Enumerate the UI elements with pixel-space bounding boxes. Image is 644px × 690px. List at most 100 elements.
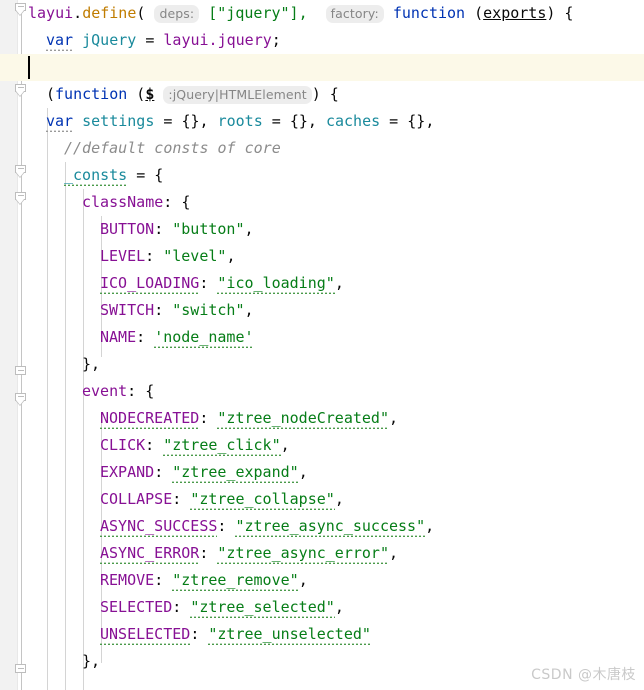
token-string-ztree-remove: "ztree_remove" [172,571,299,591]
token-local-roots: roots [217,112,263,130]
token-key-async-success: ASYNC_SUCCESS [100,517,218,537]
token-array-jquery: ["jquery"], [199,4,308,22]
token-string-ztree-async-success: "ztree_async_success" [235,517,426,537]
token-string-ztree-selected: "ztree_selected" [190,598,335,618]
token-comma: , [244,301,254,319]
code-line-4[interactable]: (function ($ :jQuery|HTMLElement) { [0,81,644,108]
token-local-caches: caches [325,112,381,130]
code-line-6[interactable]: //default consts of core [0,135,644,162]
code-line-21[interactable]: ASYNC_ERROR: "ztree_async_error", [0,540,644,567]
token-space2 [384,4,393,22]
token-local-settings: settings [82,112,155,130]
code-line-3-caret-line[interactable] [0,54,644,81]
token-key-ico-loading: ICO_LOADING [100,274,200,294]
code-line-17[interactable]: CLICK: "ztree_click", [0,432,644,459]
token-key-name: NAME [100,328,137,346]
token-colon: : [190,625,209,643]
code-line-16[interactable]: NODECREATED: "ztree_nodeCreated", [0,405,644,432]
code-line-13[interactable]: NAME: 'node_name' [0,324,644,351]
token-paren-close: ) { [546,4,574,22]
token-comma: , [334,274,344,292]
token-string-ztree-async-error: "ztree_async_error" [217,544,389,564]
token-key-event: event [82,382,128,400]
token-key-level: LEVEL [100,247,146,265]
token-key-click: CLICK [100,436,146,454]
code-line-12[interactable]: SWITCH: "switch", [0,297,644,324]
code-line-19[interactable]: COLLAPSE: "ztree_collapse", [0,486,644,513]
token-namespace-layui: layui [28,4,74,22]
token-colon: : [172,598,191,616]
token-close-brace-comma: }, [82,355,101,373]
token-keyword-function-2: function [55,85,128,103]
code-line-18[interactable]: EXPAND: "ztree_expand", [0,459,644,486]
token-function-define: define [82,4,137,22]
token-comma: , [334,490,344,508]
token-string-ico-loading: "ico_loading" [217,274,335,294]
token-colon-brace-2: : { [127,382,155,400]
token-colon: : [199,274,218,292]
code-line-7[interactable]: _consts = { [0,162,644,189]
token-comma3: , [425,112,435,130]
inlay-hint-jquery-htmlelement[interactable]: :jQuery|HTMLElement [163,86,312,104]
token-comma: , [244,220,254,238]
code-line-10[interactable]: LEVEL: "level", [0,243,644,270]
token-dot: . [73,4,83,22]
token-close-brace-comma-2: }, [82,652,101,670]
token-eq3: = [380,112,408,130]
csdn-watermark: CSDN @木唐枝 [531,667,636,683]
token-string-switch: "switch" [172,301,245,319]
code-line-14[interactable]: }, [0,351,644,378]
token-key-nodecreated: NODECREATED [100,409,200,429]
token-empty-obj-3: {} [407,112,426,130]
token-comma: , [298,463,308,481]
code-line-8[interactable]: className: { [0,189,644,216]
code-line-5[interactable]: var settings = {}, roots = {}, caches = … [0,108,644,135]
code-line-24[interactable]: UNSELECTED: "ztree_unselected" [0,621,644,648]
token-keyword-function: function [392,4,466,22]
token-key-classname: className [82,193,164,211]
token-colon: : [199,409,218,427]
token-colon: : [136,328,155,346]
token-local-jquery: jQuery [82,31,137,49]
token-comma: , [425,517,435,535]
token-key-button: BUTTON [100,220,155,238]
code-line-20[interactable]: ASYNC_SUCCESS: "ztree_async_success", [0,513,644,540]
token-comma2: , [307,112,326,130]
token-key-expand: EXPAND [100,463,155,481]
inlay-hint-factory[interactable]: factory: [325,5,384,23]
token-comma: , [389,409,399,427]
code-line-11[interactable]: ICO_LOADING: "ico_loading", [0,270,644,297]
token-colon: : [145,436,164,454]
code-line-1[interactable]: layui.define( deps: ["jquery"], factory:… [0,0,644,27]
token-local-consts: _consts [64,166,128,186]
token-comma1: , [199,112,218,130]
token-empty-obj-1: {} [181,112,200,130]
token-string-level: "level" [163,247,227,265]
token-keyword-var-2: var [46,112,74,132]
token-comma: , [298,571,308,589]
token-key-unselected: UNSELECTED [100,625,191,645]
token-string-ztree-expand: "ztree_expand" [172,463,299,483]
code-lines[interactable]: layui.define( deps: ["jquery"], factory:… [0,0,644,675]
token-paren-iife-open: ( [46,85,56,103]
token-space-paren: ( [127,85,146,103]
code-editor[interactable]: layui.define( deps: ["jquery"], factory:… [0,0,644,690]
token-string-ztree-nodecreated: "ztree_nodeCreated" [217,409,389,429]
token-comma: , [280,436,290,454]
token-paren-open: ( [136,4,155,22]
token-string-ztree-click: "ztree_click" [163,436,281,456]
inlay-hint-deps[interactable]: deps: [154,5,200,23]
token-colon: : [154,463,173,481]
token-comment: //default consts of core [64,139,281,157]
token-key-async-error: ASYNC_ERROR [100,544,200,564]
code-line-22[interactable]: REMOVE: "ztree_remove", [0,567,644,594]
code-line-23[interactable]: SELECTED: "ztree_selected", [0,594,644,621]
token-key-remove: REMOVE [100,571,155,589]
code-line-2[interactable]: var jQuery = layui.jquery; [0,27,644,54]
token-keyword-var: var [46,31,74,51]
token-semicolon: ; [271,31,281,49]
token-comma: , [334,598,344,616]
code-line-15[interactable]: event: { [0,378,644,405]
code-line-9[interactable]: BUTTON: "button", [0,216,644,243]
token-key-collapse: COLLAPSE [100,490,173,508]
